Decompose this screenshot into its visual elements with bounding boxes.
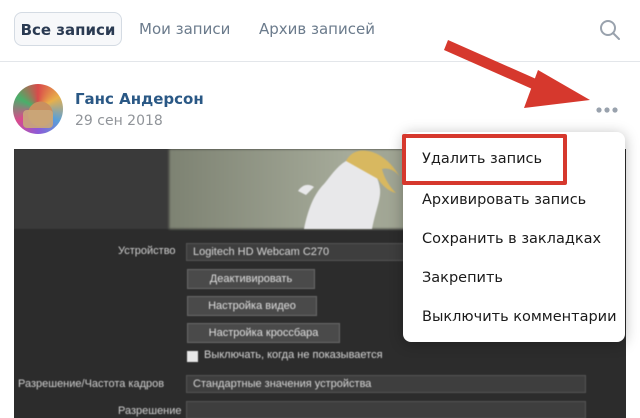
device-label: Устройство <box>118 245 176 257</box>
next-row-field <box>186 401 586 418</box>
image-dark-panel <box>14 149 169 229</box>
menu-item-disable-comments[interactable]: Выключить комментарии <box>403 298 625 336</box>
menu-item-bookmark[interactable]: Сохранить в закладках <box>403 220 625 258</box>
avatar[interactable] <box>13 84 63 134</box>
resolution-field: Стандартные значения устройства <box>186 375 586 393</box>
post-date[interactable]: 29 сен 2018 <box>75 113 163 129</box>
video-settings-button: Настройка видео <box>187 296 317 316</box>
hide-checkbox <box>187 351 198 362</box>
tab-my-posts[interactable]: Мои записи <box>139 12 230 46</box>
feed-tabs: Все записи Мои записи Архив записей <box>0 0 640 62</box>
delete-highlight-box <box>402 134 567 185</box>
next-row-label: Разрешение <box>118 405 182 417</box>
horse-figure <box>298 150 400 229</box>
post-author[interactable]: Ганс Андерсон <box>75 90 204 108</box>
deactivate-button: Деактивировать <box>187 269 315 289</box>
crossbar-settings-button: Настройка кроссбара <box>187 323 340 343</box>
tab-all-posts[interactable]: Все записи <box>14 12 122 46</box>
resolution-label: Разрешение/Частота кадров <box>18 378 165 390</box>
tab-archive[interactable]: Архив записей <box>259 12 375 46</box>
search-icon[interactable] <box>598 18 622 42</box>
menu-item-archive[interactable]: Архивировать запись <box>403 181 625 219</box>
hide-checkbox-label: Выключать, когда не показывается <box>204 349 383 361</box>
more-options-icon[interactable] <box>594 104 620 116</box>
menu-item-pin[interactable]: Закрепить <box>403 259 625 297</box>
